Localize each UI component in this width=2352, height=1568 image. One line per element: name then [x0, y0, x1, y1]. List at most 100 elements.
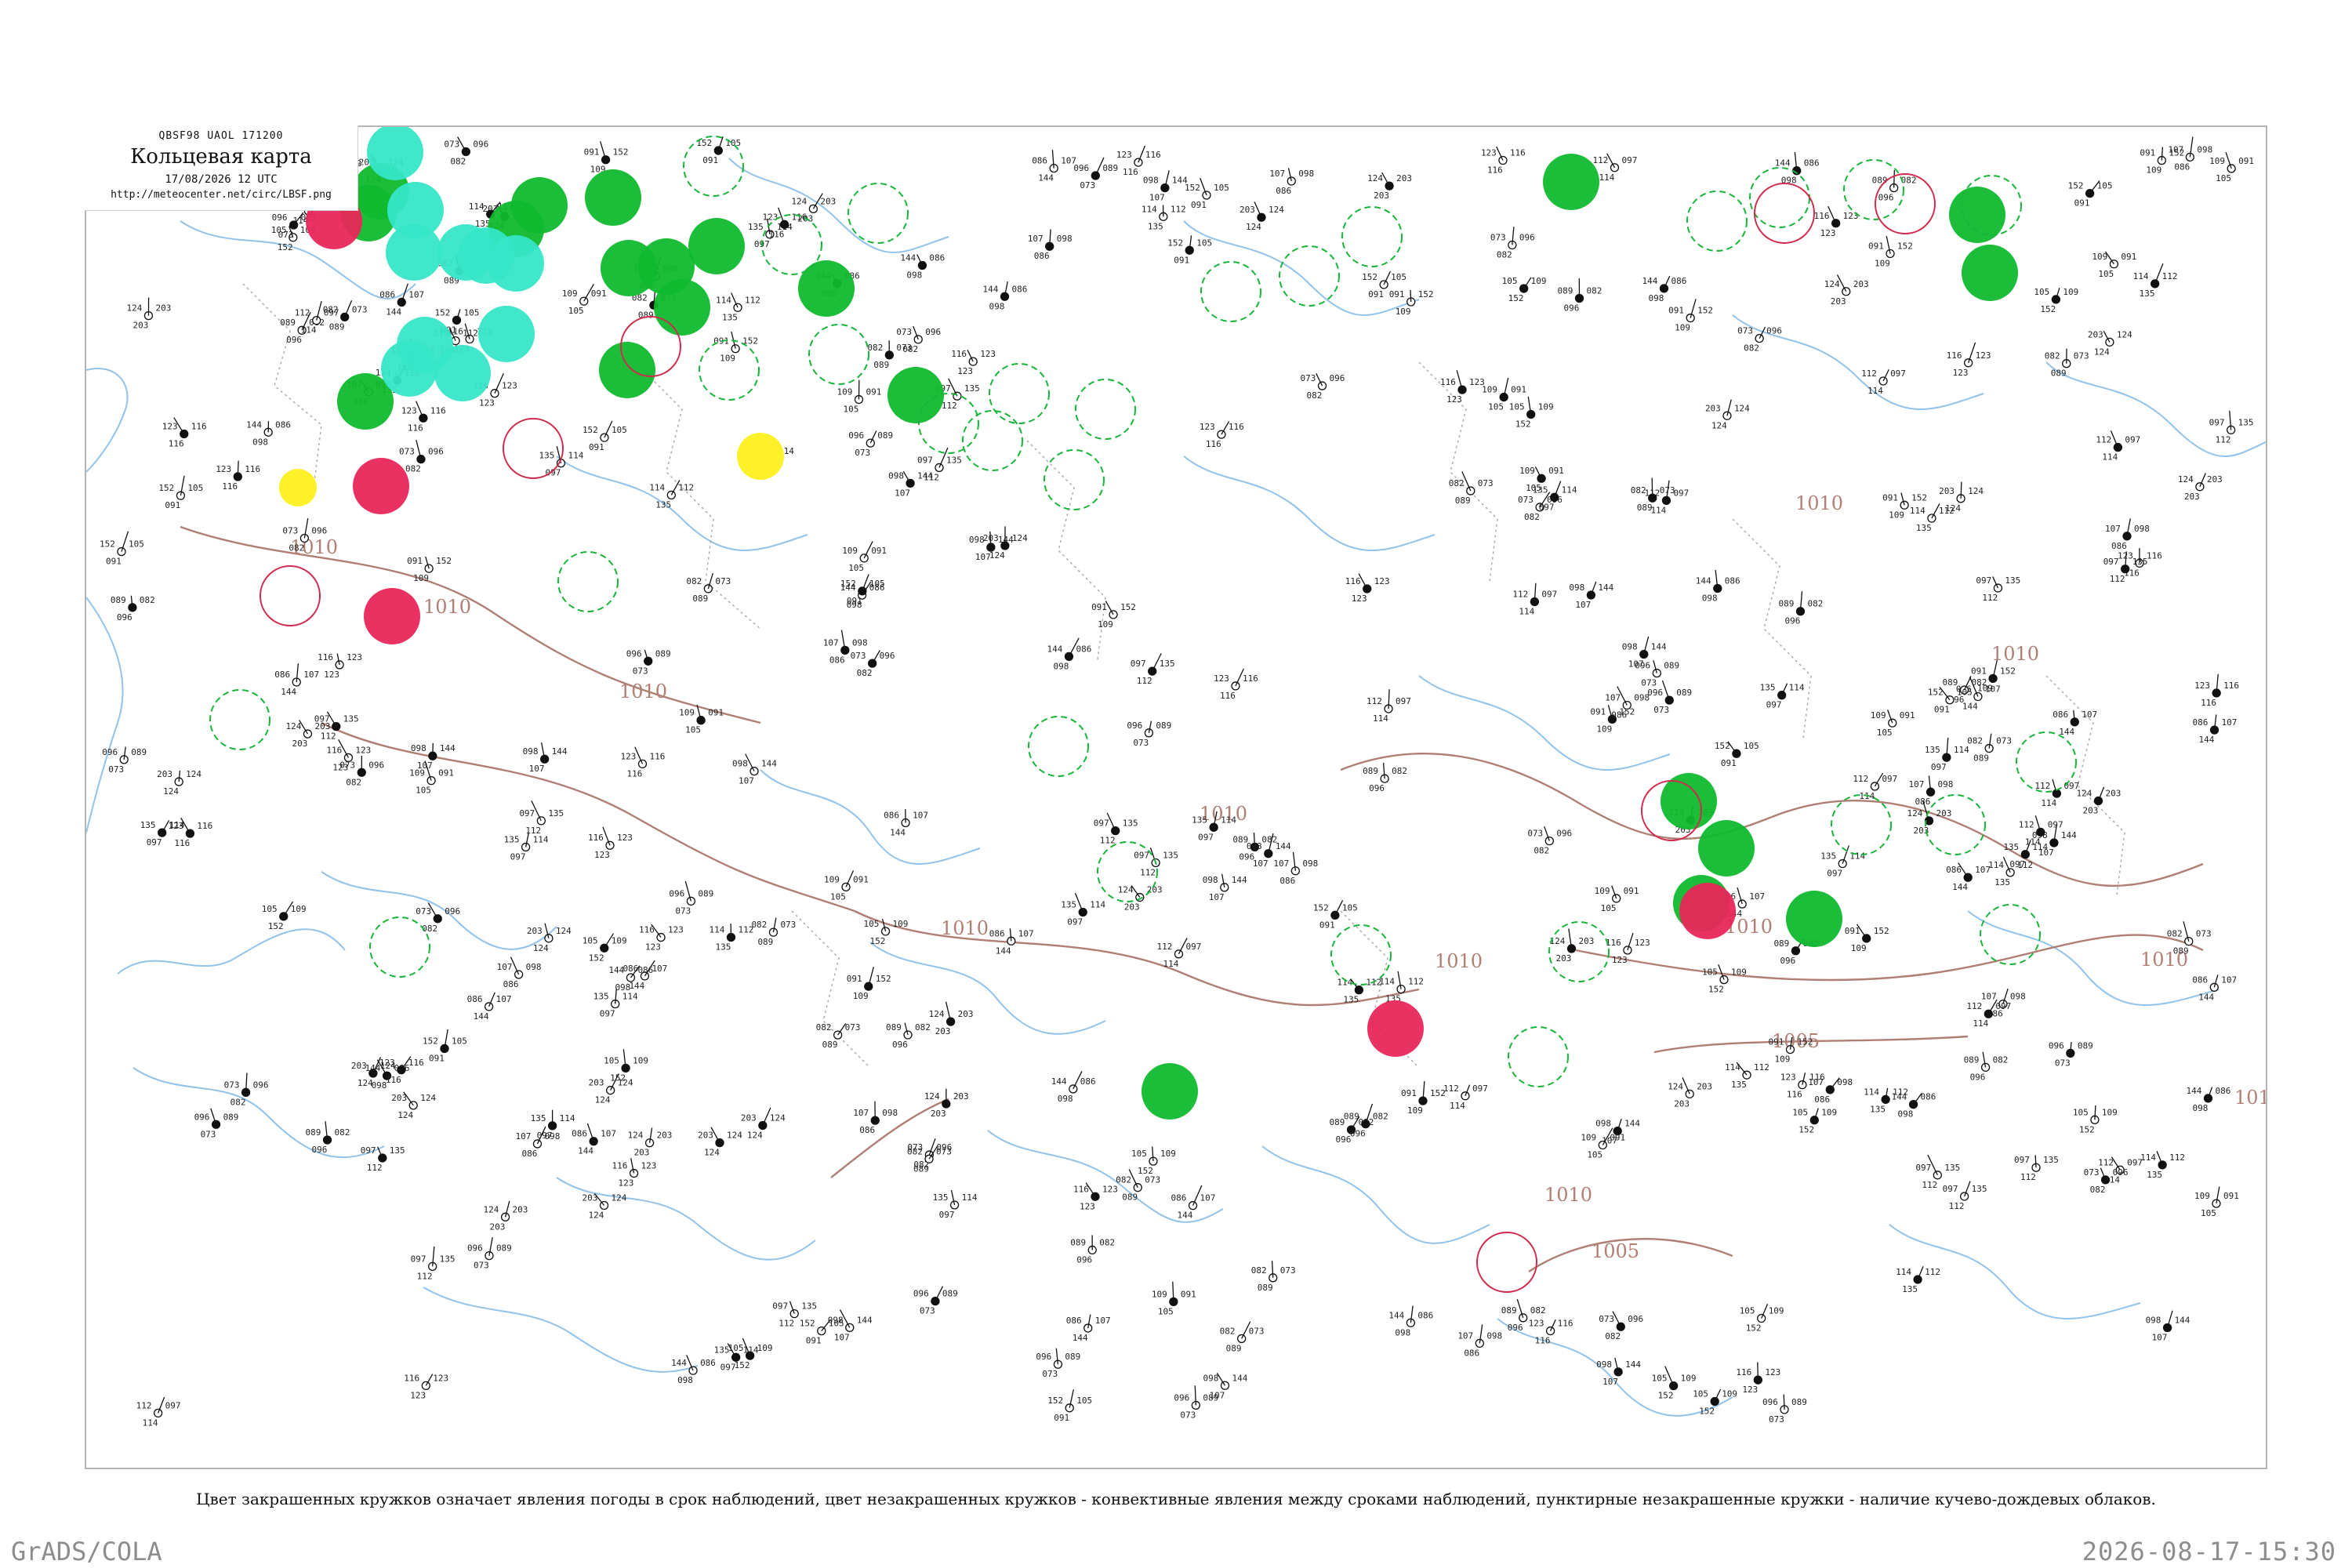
station-model: 112 097 114	[136, 1396, 180, 1428]
station-readout: 124	[791, 196, 807, 206]
station-readout: 091	[407, 556, 423, 566]
station-readout: 097	[1621, 155, 1637, 165]
footer-software: GrADS/COLA	[11, 1537, 162, 1566]
station-model: 098 144 107	[523, 742, 568, 774]
station-readout: 091	[2121, 252, 2136, 262]
station-readout: 152	[435, 307, 451, 318]
station-model: 116 123 123	[1345, 573, 1390, 604]
station-readout: 112	[2162, 271, 2178, 281]
station-readout: 096	[445, 906, 460, 916]
station-model: 107 098 086	[853, 1101, 898, 1135]
station-model: 086 107 144	[379, 283, 424, 317]
station-readout: 091	[1389, 289, 1405, 299]
coastline-1	[86, 597, 124, 833]
station-readout: 089	[1344, 1112, 1359, 1122]
station-readout: 135	[2003, 842, 2019, 852]
station-readout: 203	[1147, 885, 1163, 895]
station-model: 086 107 144	[989, 928, 1034, 956]
station-readout: 096	[626, 648, 642, 659]
station-readout: 135	[722, 312, 738, 322]
station-readout: 086	[1276, 186, 1291, 196]
station-readout: 123	[355, 745, 371, 755]
station-model: 098 144 107	[1143, 170, 1188, 203]
coastline-14	[1183, 456, 1436, 551]
station-readout: 097	[1131, 659, 1146, 669]
station-readout: 091	[2140, 148, 2155, 158]
station-model: 086 107 144	[274, 663, 319, 697]
station-readout: 091	[1191, 200, 1207, 210]
station-readout: 109	[2063, 287, 2078, 297]
station-model: 116 123 123	[404, 1373, 448, 1400]
station-readout: 114	[560, 1113, 575, 1123]
station-readout: 096	[848, 430, 864, 441]
station-readout: 082	[1993, 1054, 2009, 1065]
station-readout: 097	[1472, 1083, 1488, 1094]
station-readout: 114	[743, 1345, 759, 1355]
weather-circle-green	[638, 238, 695, 295]
station-readout: 096	[892, 1040, 908, 1050]
map-frame: 1010 1010 1010 1010 1010 1010 1010 1010 1010 1010…	[85, 125, 2267, 1469]
station-readout: 109	[679, 708, 695, 718]
station-model: 098 144 107	[888, 470, 933, 498]
station-readout: 203	[1374, 191, 1389, 201]
station-readout: 082	[2090, 1185, 2106, 1195]
station-readout: 114	[2102, 452, 2118, 463]
station-readout: 073	[1653, 705, 1669, 715]
station-model: 105 109 152	[1792, 1108, 1837, 1135]
station-readout: 116	[1558, 1319, 1573, 1329]
isobar-label: 1010	[1795, 492, 1843, 514]
station-readout: 144	[386, 307, 401, 317]
station-readout: 096	[1127, 720, 1142, 731]
station-readout: 107	[1575, 600, 1591, 610]
station-readout: 114	[1725, 1062, 1740, 1073]
station-readout: 073	[339, 760, 355, 770]
station-model: 152105091	[696, 136, 741, 165]
station-readout: 089	[1942, 677, 1958, 688]
station-model: 107 098 086	[1457, 1324, 1502, 1358]
wind-barb	[602, 826, 611, 846]
station-readout: 123	[433, 1373, 448, 1383]
station-readout: 144	[246, 419, 262, 430]
station-readout: 089	[2173, 946, 2189, 956]
station-readout: 152	[589, 953, 604, 963]
station-readout: 073	[1145, 1175, 1160, 1185]
station-readout: 091	[1590, 706, 1606, 717]
station-readout: 098	[2134, 524, 2150, 534]
station-readout: 082	[1807, 599, 1823, 609]
station-readout: 116	[191, 422, 207, 432]
station-readout: 073	[444, 139, 459, 149]
station-readout: 135	[1163, 850, 1178, 860]
station-model: 082 073 089	[1967, 733, 2012, 764]
station-readout: 097	[411, 1254, 426, 1264]
station-readout: 082	[816, 1022, 832, 1033]
station-readout: 114	[301, 325, 317, 336]
station-model: 123 116 116	[1481, 146, 1526, 176]
station-readout: 152	[1746, 1323, 1762, 1334]
station-model: 086 107 144	[467, 992, 511, 1022]
station-readout: 082	[751, 920, 767, 930]
station-readout: 109	[853, 991, 869, 1001]
station-readout: 105	[1877, 728, 1893, 738]
station-readout: 109	[612, 935, 627, 946]
station-model: 086 107 144	[2192, 975, 2237, 1002]
station-readout: 112	[1982, 593, 1998, 603]
station-readout: 105	[1342, 902, 1358, 913]
station-model: 097135112	[519, 800, 564, 836]
station-readout: 098	[2192, 1103, 2208, 1113]
station-readout: 107	[1985, 684, 2001, 695]
station-readout: 152	[870, 936, 886, 946]
station-readout: 097	[1673, 488, 1689, 498]
station-model: 073 096 082	[1527, 826, 1572, 856]
station-readout: 203	[931, 1109, 946, 1119]
station-readout: 152	[268, 921, 284, 931]
coastline-17	[760, 769, 981, 865]
station-readout: 082	[907, 1146, 923, 1156]
isobar-label: 1010	[1435, 950, 1483, 972]
station-model: 105 109 152	[1502, 276, 1547, 303]
station-readout: 082	[2167, 929, 2183, 939]
station-readout: 152	[1699, 1406, 1715, 1416]
station-readout: 089	[1501, 1305, 1517, 1316]
station-model: 144 086 098	[1051, 1071, 1096, 1104]
station-model: 097135112	[1943, 1181, 1987, 1211]
station-readout: 096	[286, 335, 302, 345]
